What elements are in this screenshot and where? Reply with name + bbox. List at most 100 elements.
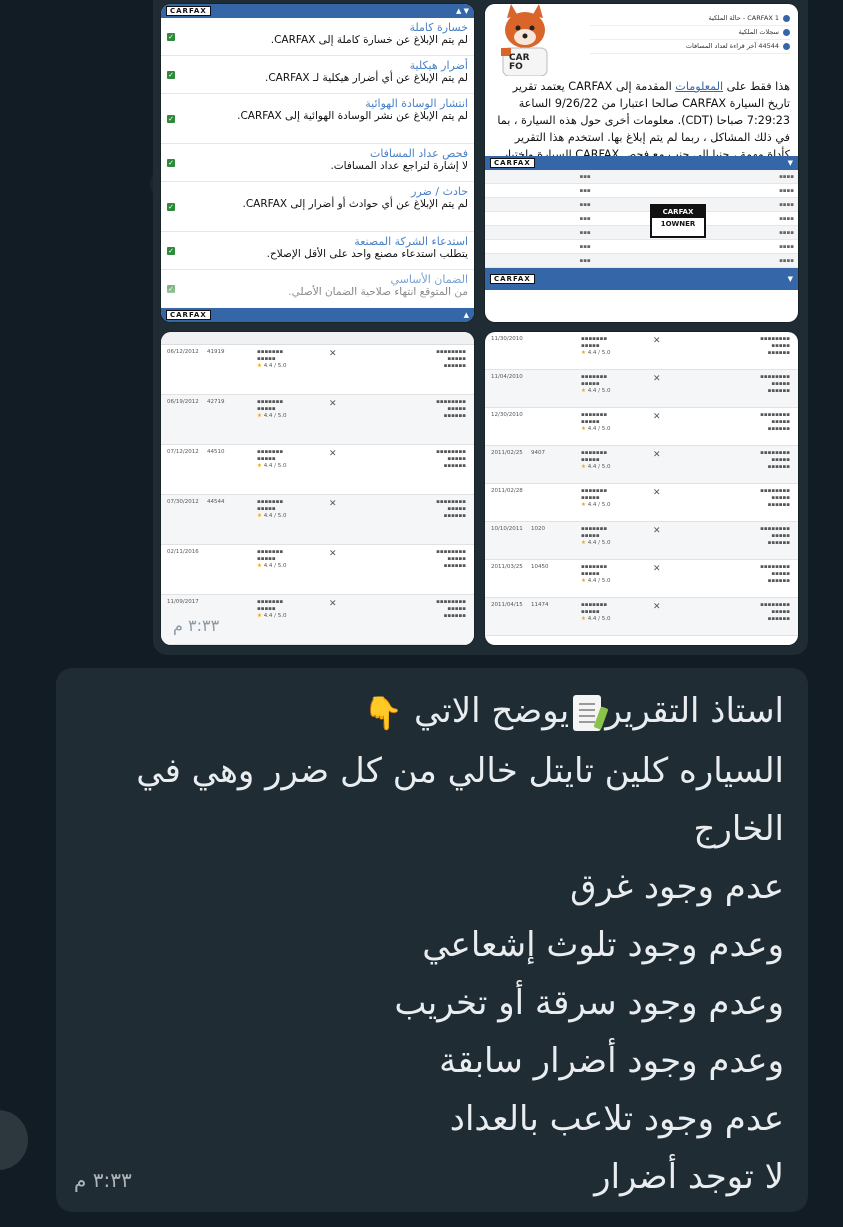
wrench-icon: ✕: [653, 488, 661, 498]
star-rating-icon: ★: [581, 426, 586, 432]
summary-text: خسارة كاملة لم يتم الإبلاغ عن خسارة كاملة…: [167, 21, 468, 55]
star-rating-icon: ★: [257, 513, 262, 519]
album-image-carfax-report[interactable]: CAR FO CARFAX 1 - حالة الملكية سجلات الم…: [485, 4, 798, 322]
ownership-table-row: ▪▪▪▪ ▪▪▪: [485, 212, 798, 226]
record-date: 2011/02/25: [491, 450, 523, 456]
fox-shirt-text: CAR FO: [509, 53, 530, 72]
ownership-table-row: ▪▪▪▪ ▪▪▪: [485, 254, 798, 268]
ownership-table: ▪▪▪▪ ▪▪▪ ▪▪▪▪ ▪▪▪ ▪▪▪▪ ▪▪▪ ▪▪▪▪ ▪▪▪ ▪▪▪▪ ▪▪▪ ▪▪▪▪ ▪…: [485, 170, 798, 268]
record-date: 11/09/2017: [167, 599, 199, 605]
wrench-icon: ✕: [329, 599, 337, 609]
star-rating-icon: ★: [581, 350, 586, 356]
star-rating-icon: ★: [581, 464, 586, 470]
record-date: 2011/03/25: [491, 564, 523, 570]
wrench-icon: ✕: [329, 449, 337, 459]
record-details: ▪▪▪▪▪▪▪▪ ▪▪▪▪▪ ▪▪▪▪▪▪: [436, 499, 466, 519]
record-details: ▪▪▪▪▪▪▪▪ ▪▪▪▪▪ ▪▪▪▪▪▪: [760, 450, 790, 470]
record-details: ▪▪▪▪▪▪▪▪ ▪▪▪▪▪ ▪▪▪▪▪▪: [760, 412, 790, 432]
record-date: 06/19/2012: [167, 399, 199, 405]
carfax-logo: CARFAX: [166, 6, 211, 16]
record-odometer: 11474: [531, 602, 549, 608]
star-rating-icon: ★: [257, 363, 262, 369]
record-details: ▪▪▪▪▪▪▪▪ ▪▪▪▪▪ ▪▪▪▪▪▪: [760, 602, 790, 622]
star-rating-icon: ★: [581, 616, 586, 622]
message-line: عدم وجود تلاعب بالعداد: [449, 1098, 784, 1139]
record-odometer: 42719: [207, 399, 225, 405]
ownership-table-row: ▪▪▪▪ ▪▪▪: [485, 226, 798, 240]
wrench-icon: ✕: [329, 499, 337, 509]
check-icon: ✓: [167, 246, 175, 255]
check-icon: ✓: [167, 202, 175, 211]
carfax-header-bar: CARFAX ▲ ▼: [161, 4, 474, 18]
info-link[interactable]: المعلومات: [675, 80, 723, 93]
album-image-service-history-2[interactable]: 11/30/2010 ▪▪▪▪▪▪▪ ▪▪▪▪▪ ★ 4.4 / 5.0 ✕ ▪▪▪▪▪▪…: [485, 332, 798, 645]
record-details: ▪▪▪▪▪▪▪▪ ▪▪▪▪▪ ▪▪▪▪▪▪: [436, 449, 466, 469]
history-records: 06/12/2012 41919 ▪▪▪▪▪▪▪ ▪▪▪▪▪ ★ 4.4 / 5.0 ✕ ▪…: [161, 345, 474, 645]
record-details: ▪▪▪▪▪▪▪▪ ▪▪▪▪▪ ▪▪▪▪▪▪: [436, 399, 466, 419]
summary-heading: أضرار هيكلية: [409, 59, 468, 72]
summary-description: لا إشارة لتراجع عداد المسافات.: [330, 160, 468, 172]
history-record-row: 07/12/2012 44510 ▪▪▪▪▪▪▪ ▪▪▪▪▪ ★ 4.4 / 5.0 ✕ ▪…: [161, 445, 474, 495]
history-record-row: 12/30/2010 ▪▪▪▪▪▪▪ ▪▪▪▪▪ ★ 4.4 / 5.0 ✕ ▪▪▪▪▪▪…: [485, 408, 798, 446]
star-rating-icon: ★: [257, 463, 262, 469]
record-date: 12/30/2010: [491, 412, 523, 418]
summary-rows: خسارة كاملة لم يتم الإبلاغ عن خسارة كاملة…: [161, 18, 474, 308]
info-icon: [783, 29, 790, 36]
summary-heading: فحص عداد المسافات: [369, 147, 468, 160]
status-indicator: ✓: [167, 114, 175, 123]
wrench-icon: ✕: [329, 349, 337, 359]
check-icon: ✓: [167, 70, 175, 79]
text-message-bubble[interactable]: استاذ التقريريوضح الاتي 👇 السياره كلين ت…: [56, 668, 808, 1212]
wrench-icon: ✕: [653, 602, 661, 612]
history-record-row: 02/11/2016 ▪▪▪▪▪▪▪ ▪▪▪▪▪ ★ 4.4 / 5.0 ✕ ▪▪▪▪▪▪…: [161, 545, 474, 595]
star-rating-icon: ★: [581, 388, 586, 394]
summary-text: حادث / ضرر لم يتم الإبلاغ عن أي حوادث أو …: [167, 185, 468, 231]
summary-description: لم يتم الإبلاغ عن أي حوادث أو أضرار إلى …: [242, 198, 468, 210]
ownership-table-row: ▪▪▪▪ ▪▪▪: [485, 240, 798, 254]
record-odometer: 10450: [531, 564, 549, 570]
record-date: 2011/04/15: [491, 602, 523, 608]
summary-description: لم يتم الإبلاغ عن أي أضرار هيكلية لـ CAR…: [265, 72, 468, 84]
history-record-row: 10/10/2011 1020 ▪▪▪▪▪▪▪ ▪▪▪▪▪ ★ 4.4 / 5.0 ✕ ▪▪…: [485, 522, 798, 560]
album-image-service-history[interactable]: 06/12/2012 41919 ▪▪▪▪▪▪▪ ▪▪▪▪▪ ★ 4.4 / 5.0 ✕ ▪…: [161, 332, 474, 645]
check-icon: ✓: [167, 158, 175, 167]
report-row: CARFAX 1 - حالة الملكية: [590, 12, 790, 26]
record-details: ▪▪▪▪▪▪▪▪ ▪▪▪▪▪ ▪▪▪▪▪▪: [760, 488, 790, 508]
message-line: عدم وجود غرق: [570, 866, 784, 907]
carfax-footer-bar: CARFAX ▲: [161, 308, 474, 322]
record-odometer: 1020: [531, 526, 545, 532]
record-details: ▪▪▪▪▪▪▪▪ ▪▪▪▪▪ ▪▪▪▪▪▪: [436, 349, 466, 369]
star-rating-icon: ★: [257, 613, 262, 619]
message-timestamp: ٣:٣٣ م: [74, 1168, 132, 1192]
status-indicator: ✓: [167, 246, 175, 255]
image-album-message[interactable]: CARFAX ▲ ▼ خسارة كاملة لم يتم الإبلاغ عن …: [153, 0, 808, 655]
check-icon: ✓: [167, 114, 175, 123]
header-caption: ▲ ▼: [456, 7, 469, 15]
report-disclaimer: هذا فقط على المعلومات المقدمة إلى CARFAX…: [497, 80, 790, 156]
report-row: سجلات الملكية: [590, 26, 790, 40]
record-details: ▪▪▪▪▪▪▪▪ ▪▪▪▪▪ ▪▪▪▪▪▪: [436, 549, 466, 569]
wrench-icon: ✕: [653, 450, 661, 460]
summary-heading: انتشار الوسادة الهوائية: [365, 97, 468, 110]
record-date: 07/30/2012: [167, 499, 199, 505]
record-date: 06/12/2012: [167, 349, 199, 355]
report-row: 44544 آخر قراءة لعداد المسافات: [590, 40, 790, 54]
summary-text: استدعاء الشركة المصنعة يتطلب استدعاء مصنع…: [167, 235, 468, 269]
report-top: CAR FO CARFAX 1 - حالة الملكية سجلات الم…: [485, 4, 798, 76]
status-indicator: ✓: [167, 202, 175, 211]
status-indicator: ✓: [167, 158, 175, 167]
record-details: ▪▪▪▪▪▪▪▪ ▪▪▪▪▪ ▪▪▪▪▪▪: [760, 336, 790, 356]
record-details: ▪▪▪▪▪▪▪▪ ▪▪▪▪▪ ▪▪▪▪▪▪: [436, 599, 466, 619]
message-line: لا توجد أضرار: [594, 1156, 784, 1197]
summary-heading: حادث / ضرر: [411, 185, 468, 198]
message-line: استاذ التقريريوضح الاتي 👇: [84, 682, 784, 742]
record-date: 07/12/2012: [167, 449, 199, 455]
wrench-icon: ✕: [653, 526, 661, 536]
summary-row: أضرار هيكلية لم يتم الإبلاغ عن أي أضرار ه…: [161, 56, 474, 94]
record-date: 2011/02/28: [491, 488, 523, 494]
summary-text: فحص عداد المسافات لا إشارة لتراجع عداد ال…: [167, 147, 468, 181]
album-image-carfax-summary[interactable]: CARFAX ▲ ▼ خسارة كاملة لم يتم الإبلاغ عن …: [161, 4, 474, 322]
star-rating-icon: ★: [257, 413, 262, 419]
check-icon: ✓: [167, 32, 175, 41]
star-rating-icon: ★: [581, 578, 586, 584]
